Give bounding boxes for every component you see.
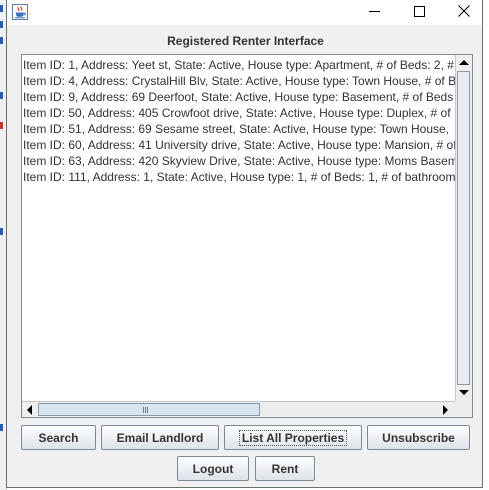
listing-container: Item ID: 1, Address: Yeet st, State: Act… — [23, 57, 455, 185]
arrow-down-icon[interactable] — [459, 390, 469, 395]
horizontal-scrollbar[interactable] — [22, 401, 455, 417]
property-list-scrollpane[interactable]: Item ID: 1, Address: Yeet st, State: Act… — [21, 54, 473, 418]
list-all-properties-button[interactable]: List All Properties — [224, 425, 362, 450]
close-icon — [458, 4, 470, 22]
edge-glyph — [0, 5, 3, 12]
vertical-scroll-thumb[interactable] — [457, 71, 470, 385]
arrow-up-icon[interactable] — [459, 60, 469, 65]
list-item[interactable]: Item ID: 51, Address: 69 Sesame street, … — [23, 121, 455, 137]
list-item[interactable]: Item ID: 50, Address: 405 Crowfoot drive… — [23, 105, 455, 121]
horizontal-scroll-thumb[interactable] — [38, 403, 260, 416]
edge-glyph — [0, 21, 3, 28]
arrow-left-icon[interactable] — [27, 405, 32, 415]
maximize-icon — [413, 4, 425, 22]
property-list[interactable]: Item ID: 1, Address: Yeet st, State: Act… — [22, 55, 455, 401]
title-bar[interactable] — [7, 0, 482, 25]
list-item[interactable]: Item ID: 9, Address: 69 Deerfoot, State:… — [23, 89, 455, 105]
edge-glyph — [0, 228, 3, 235]
list-item[interactable]: Item ID: 63, Address: 420 Skyview Drive,… — [23, 153, 455, 169]
minimize-icon — [368, 4, 380, 22]
vertical-scrollbar[interactable] — [455, 55, 472, 401]
page-title: Registered Renter Interface — [167, 34, 324, 48]
unsubscribe-button[interactable]: Unsubscribe — [367, 425, 470, 450]
minimize-button[interactable] — [352, 0, 396, 25]
search-button[interactable]: Search — [21, 425, 96, 450]
arrow-right-icon[interactable] — [443, 405, 448, 415]
edge-glyph — [0, 37, 3, 44]
java-cup-icon — [12, 4, 28, 20]
maximize-button[interactable] — [397, 0, 441, 25]
grip-icon — [143, 407, 144, 413]
close-button[interactable] — [442, 0, 486, 25]
list-item[interactable]: Item ID: 1, Address: Yeet st, State: Act… — [23, 57, 455, 73]
renter-window: Registered Renter Interface Item ID: 1, … — [6, 0, 483, 488]
list-item[interactable]: Item ID: 111, Address: 1, State: Active,… — [23, 169, 455, 185]
rent-button[interactable]: Rent — [255, 456, 315, 481]
edge-glyph — [0, 92, 3, 99]
list-item[interactable]: Item ID: 60, Address: 41 University driv… — [23, 137, 455, 153]
scroll-corner — [455, 401, 472, 417]
edge-glyph — [0, 424, 3, 431]
email-landlord-button[interactable]: Email Landlord — [101, 425, 219, 450]
logout-button[interactable]: Logout — [177, 456, 249, 481]
list-all-properties-label: List All Properties — [238, 429, 348, 446]
edge-glyph — [0, 122, 3, 129]
list-item[interactable]: Item ID: 4, Address: CrystalHill Blv, St… — [23, 73, 455, 89]
